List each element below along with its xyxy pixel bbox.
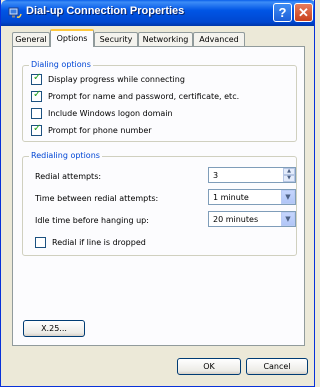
include-domain-checkbox[interactable] bbox=[31, 108, 42, 119]
idle-time-select[interactable]: 20 minutes ▼ bbox=[208, 211, 296, 227]
redial-interval-label: Time between redial attempts: bbox=[35, 194, 159, 203]
options-tab-panel: Dialing options Display progress while c… bbox=[12, 46, 305, 346]
spinner-buttons: ▲ ▼ bbox=[283, 168, 295, 182]
redial-attempts-spinner[interactable]: 3 ▲ ▼ bbox=[208, 167, 296, 183]
tab-general[interactable]: General bbox=[12, 32, 50, 46]
spin-down-icon[interactable]: ▼ bbox=[283, 175, 295, 182]
title-bar[interactable]: Dial-up Connection Properties ? ✕ bbox=[1, 0, 314, 26]
close-button[interactable]: ✕ bbox=[294, 3, 313, 22]
tab-networking[interactable]: Networking bbox=[138, 32, 193, 46]
redial-dropped-checkbox[interactable] bbox=[35, 237, 46, 248]
window-title: Dial-up Connection Properties bbox=[26, 5, 185, 17]
ok-button[interactable]: OK bbox=[177, 358, 241, 375]
dialing-options-legend: Dialing options bbox=[29, 60, 93, 69]
close-icon: ✕ bbox=[298, 5, 309, 20]
prompt-phone-label: Prompt for phone number bbox=[48, 126, 152, 135]
idle-time-label: Idle time before hanging up: bbox=[35, 216, 149, 225]
redial-interval-value: 1 minute bbox=[213, 193, 249, 202]
prompt-credentials-label: Prompt for name and password, certificat… bbox=[48, 92, 240, 101]
x25-button[interactable]: X.25... bbox=[23, 320, 85, 337]
tab-security[interactable]: Security bbox=[94, 32, 138, 46]
include-domain-label: Include Windows logon domain bbox=[48, 109, 173, 118]
dialing-options-group: Dialing options Display progress while c… bbox=[22, 60, 297, 142]
chevron-down-icon[interactable]: ▼ bbox=[281, 190, 295, 204]
idle-time-value: 20 minutes bbox=[213, 215, 259, 224]
redial-attempts-label: Redial attempts: bbox=[35, 172, 102, 181]
chevron-down-icon[interactable]: ▼ bbox=[281, 212, 295, 226]
dialog-window: Dial-up Connection Properties ? ✕ Genera… bbox=[0, 0, 315, 387]
redial-interval-select[interactable]: 1 minute ▼ bbox=[208, 189, 296, 205]
help-icon: ? bbox=[278, 5, 287, 20]
help-button[interactable]: ? bbox=[273, 3, 292, 22]
tab-advanced[interactable]: Advanced bbox=[193, 32, 245, 46]
tab-options[interactable]: Options bbox=[50, 29, 94, 47]
redialing-options-legend: Redialing options bbox=[29, 151, 102, 160]
spin-up-icon[interactable]: ▲ bbox=[283, 168, 295, 175]
prompt-phone-checkbox[interactable] bbox=[31, 123, 42, 136]
cancel-button[interactable]: Cancel bbox=[246, 358, 308, 375]
redial-attempts-value[interactable]: 3 bbox=[213, 171, 218, 180]
prompt-credentials-checkbox[interactable] bbox=[31, 89, 42, 102]
dialup-connection-icon bbox=[8, 7, 22, 18]
redial-dropped-label: Redial if line is dropped bbox=[52, 238, 146, 247]
redialing-options-group: Redialing options Redial attempts: 3 ▲ ▼… bbox=[22, 151, 297, 256]
display-progress-label: Display progress while connecting bbox=[48, 75, 185, 84]
display-progress-checkbox[interactable] bbox=[31, 72, 42, 85]
